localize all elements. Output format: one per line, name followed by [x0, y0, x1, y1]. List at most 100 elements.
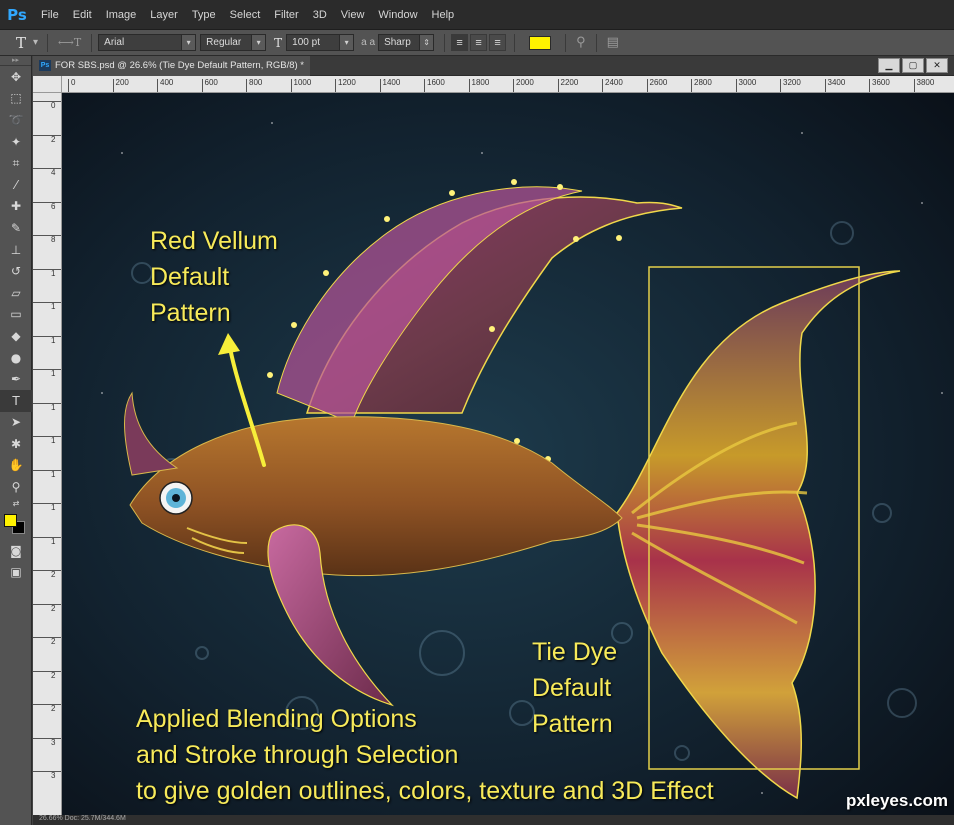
document-tab[interactable]: Ps FOR SBS.psd @ 26.6% (Tie Dye Default … [33, 55, 310, 76]
options-divider [595, 33, 597, 52]
ruler-h-tick: 3000 [735, 79, 756, 92]
font-size-select[interactable]: 100 pt ▾ [286, 34, 355, 51]
lasso-tool-icon[interactable]: ➰ [0, 109, 32, 131]
marquee-tool-icon[interactable]: ⬚ [0, 88, 32, 110]
swap-colors-icon[interactable]: ⇄ [0, 498, 32, 510]
horizontal-ruler[interactable]: 0 200 400 600 800 1000 1200 1400 1600 1800 2000 220… [62, 76, 954, 93]
ruler-v-tick: 3 [33, 771, 61, 780]
font-style-chevron-icon: ▾ [251, 35, 266, 50]
ruler-h-tick: 1200 [335, 79, 356, 92]
magic-wand-tool-icon[interactable]: ✦ [0, 131, 32, 153]
ruler-h-tick: 2200 [557, 79, 578, 92]
ruler-v-tick: 2 [33, 134, 61, 144]
options-divider [47, 33, 49, 52]
ruler-h-tick: 1400 [379, 79, 400, 92]
align-left-button[interactable]: ≡ [451, 34, 469, 51]
ruler-v-tick: 3 [33, 737, 61, 747]
ruler-h-tick: 3600 [869, 79, 890, 92]
ruler-v-tick: 1 [33, 335, 61, 345]
text-color-swatch[interactable] [529, 35, 552, 50]
menu-file[interactable]: File [34, 0, 66, 30]
ruler-h-tick: 600 [201, 79, 218, 92]
status-bar: 26.66% Doc: 25.7M/344.6M [33, 815, 954, 825]
ruler-v-tick: 1 [33, 536, 61, 546]
ruler-h-tick: 200 [112, 79, 129, 92]
quick-mask-icon[interactable]: ◙ [0, 540, 32, 562]
preset-chevron-down-icon[interactable]: ▾ [30, 37, 41, 48]
maximize-button[interactable]: ▢ [902, 58, 924, 73]
menu-filter[interactable]: Filter [267, 0, 305, 30]
ruler-v-tick: 1 [33, 469, 61, 479]
menu-select[interactable]: Select [223, 0, 268, 30]
ruler-h-tick: 800 [246, 79, 262, 92]
eyedropper-tool-icon[interactable]: ⁄ [0, 174, 32, 196]
tools-panel: ▸▸ ✥ ⬚ ➰ ✦ ⌗ ⁄ ✚ ✎ ⊥ ↺ ▱ ▭ ◆ ● ✒ T ➤ ✱ ✋… [0, 56, 32, 825]
text-orientation-toggle-icon[interactable]: ⟷T [54, 36, 85, 49]
ruler-v-tick: 1 [33, 402, 61, 412]
options-divider [565, 33, 567, 52]
tools-panel-grip[interactable]: ▸▸ [0, 56, 31, 66]
font-size-chevron-icon: ▾ [339, 35, 354, 50]
fish-pupil [172, 494, 180, 502]
menu-type[interactable]: Type [185, 0, 223, 30]
history-brush-tool-icon[interactable]: ↺ [0, 260, 32, 282]
dodge-tool-icon[interactable]: ● [0, 347, 32, 369]
options-divider [444, 33, 446, 52]
screen-mode-icon[interactable]: ▣ [0, 561, 32, 583]
menu-image[interactable]: Image [99, 0, 144, 30]
blur-tool-icon[interactable]: ◆ [0, 325, 32, 347]
foreground-color-swatch[interactable] [4, 513, 17, 527]
antialias-select[interactable]: Sharp ⇕ [378, 34, 435, 51]
align-right-button[interactable]: ≡ [489, 34, 507, 51]
minimize-button[interactable]: ▁ [878, 58, 900, 73]
vertical-ruler[interactable]: 0 2 4 6 8 1 1 1 1 1 1 1 1 1 2 2 2 2 2 3 3 [33, 93, 62, 815]
pen-tool-icon[interactable]: ✒ [0, 368, 32, 390]
align-center-button[interactable]: ≡ [470, 34, 488, 51]
ruler-h-tick: 1600 [424, 79, 445, 92]
character-panel-icon[interactable]: ▤ [603, 35, 623, 50]
font-style-select[interactable]: Regular ▾ [200, 34, 267, 51]
menu-view[interactable]: View [334, 0, 372, 30]
eraser-tool-icon[interactable]: ▱ [0, 282, 32, 304]
ruler-h-tick: 2800 [691, 79, 712, 92]
hand-tool-icon[interactable]: ✋ [0, 455, 32, 477]
text-tool-preset-icon[interactable]: T [12, 34, 30, 52]
font-family-select[interactable]: Arial ▾ [98, 34, 197, 51]
options-divider [91, 33, 93, 52]
antialias-icon: a a [361, 37, 376, 48]
ruler-v-tick: 2 [33, 603, 61, 613]
ruler-v-tick: 2 [33, 637, 61, 646]
menu-bar: Ps File Edit Image Layer Type Select Fil… [0, 0, 954, 30]
pxleyes-watermark: pxleyes.com [845, 791, 948, 810]
warp-text-icon[interactable]: ⚲ [572, 35, 590, 50]
healing-brush-tool-icon[interactable]: ✚ [0, 196, 32, 218]
menu-3d[interactable]: 3D [306, 0, 334, 30]
move-tool-icon[interactable]: ✥ [0, 66, 32, 88]
ruler-v-tick: 1 [33, 302, 61, 311]
gradient-tool-icon[interactable]: ▭ [0, 304, 32, 326]
clone-stamp-tool-icon[interactable]: ⊥ [0, 239, 32, 261]
ruler-v-tick: 2 [33, 570, 61, 579]
document-canvas[interactable]: Red Vellum Default Pattern Tie Dye Defau… [62, 93, 954, 815]
photoshop-window: Ps File Edit Image Layer Type Select Fil… [0, 0, 954, 825]
document-tab-bar: Ps FOR SBS.psd @ 26.6% (Tie Dye Default … [33, 55, 954, 76]
ruler-v-tick: 1 [33, 369, 61, 378]
menu-edit[interactable]: Edit [66, 0, 99, 30]
close-button[interactable]: ✕ [926, 58, 948, 73]
zoom-tool-icon[interactable]: ⚲ [0, 476, 32, 498]
custom-shape-tool-icon[interactable]: ✱ [0, 433, 32, 455]
psd-file-icon: Ps [39, 60, 51, 71]
options-bar: T ▾ ⟷T Arial ▾ Regular ▾ T 100 pt ▾ a a … [0, 30, 954, 56]
path-selection-tool-icon[interactable]: ➤ [0, 412, 32, 434]
document-tab-title: FOR SBS.psd @ 26.6% (Tie Dye Default Pat… [55, 60, 304, 71]
red-vellum-caption: Red Vellum Default Pattern [150, 227, 278, 327]
ruler-origin[interactable] [33, 76, 62, 93]
brush-tool-icon[interactable]: ✎ [0, 217, 32, 239]
menu-window[interactable]: Window [371, 0, 424, 30]
menu-layer[interactable]: Layer [143, 0, 185, 30]
font-size-value: 100 pt [292, 37, 320, 48]
type-tool-icon[interactable]: T [0, 389, 32, 412]
crop-tool-icon[interactable]: ⌗ [0, 152, 32, 174]
menu-help[interactable]: Help [425, 0, 462, 30]
font-family-value: Arial [104, 37, 125, 48]
